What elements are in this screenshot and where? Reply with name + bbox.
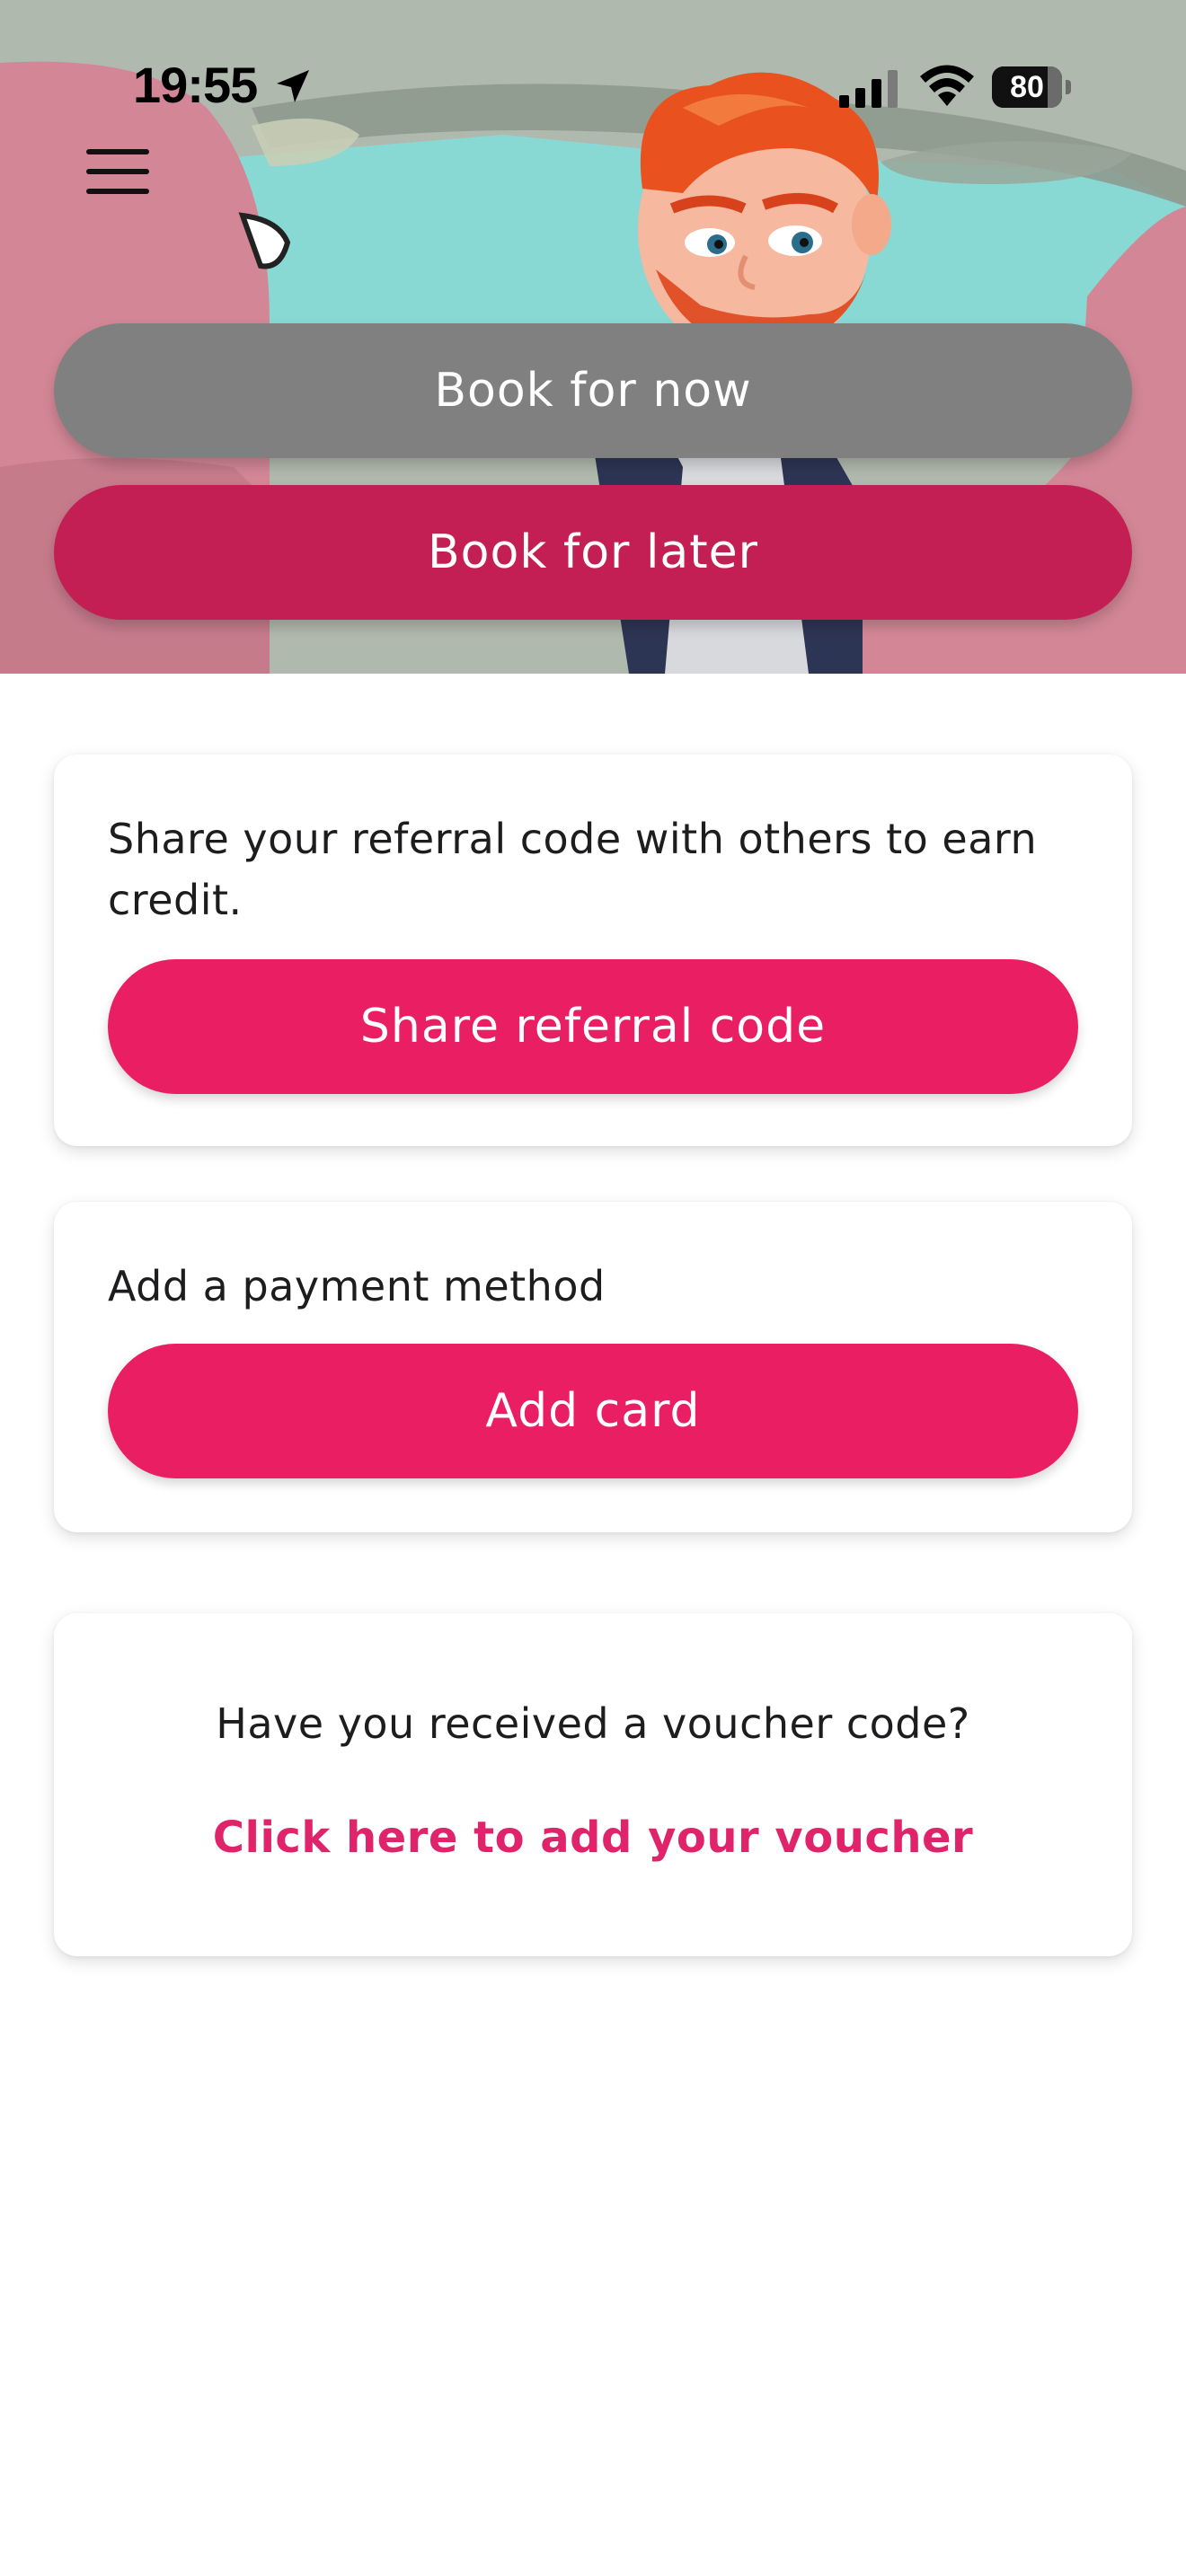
status-time: 19:55	[133, 57, 258, 113]
hero-banner: 19:55 80 Book for now Book for later	[0, 0, 1186, 674]
location-arrow-icon	[277, 70, 309, 102]
add-voucher-link[interactable]: Click here to add your voucher	[54, 1813, 1132, 1863]
book-for-later-button[interactable]: Book for later	[54, 485, 1132, 620]
cellular-signal-icon	[839, 70, 898, 108]
wifi-icon	[920, 65, 974, 106]
battery-indicator: 80	[992, 66, 1073, 108]
status-bar: 19:55 80	[0, 0, 1186, 171]
share-referral-code-button[interactable]: Share referral code	[108, 959, 1078, 1094]
battery-icon: 80	[992, 66, 1062, 108]
payment-card: Add a payment method Add card	[54, 1202, 1132, 1532]
battery-percentage: 80	[1010, 70, 1044, 104]
add-card-button[interactable]: Add card	[108, 1344, 1078, 1478]
referral-card: Share your referral code with others to …	[54, 754, 1132, 1146]
referral-description: Share your referral code with others to …	[108, 815, 1038, 924]
payment-description: Add a payment method	[108, 1262, 606, 1310]
voucher-question: Have you received a voucher code?	[216, 1699, 970, 1748]
hamburger-menu-icon[interactable]	[86, 149, 151, 196]
voucher-card: Have you received a voucher code? Click …	[54, 1613, 1132, 1956]
book-for-now-button[interactable]: Book for now	[54, 323, 1132, 458]
